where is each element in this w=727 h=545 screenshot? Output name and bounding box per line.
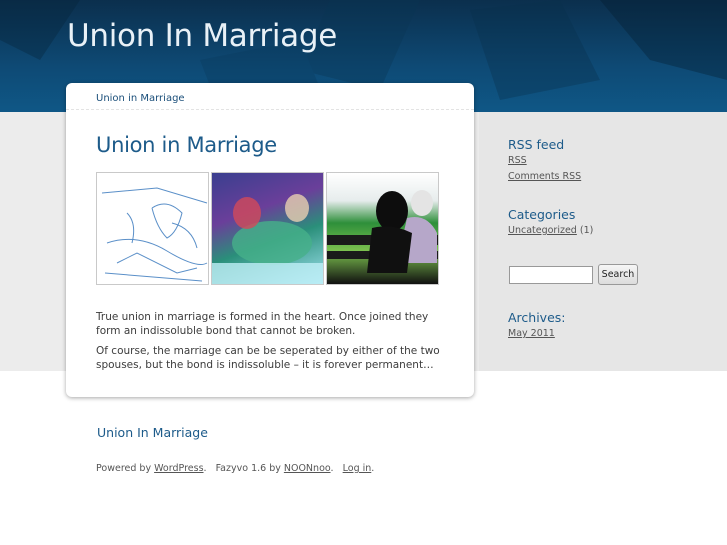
post-paragraph-2: Of course, the marriage can be be sepera… [96, 345, 440, 371]
footer-site-title[interactable]: Union In Marriage [97, 425, 208, 440]
category-link[interactable]: Uncategorized [508, 225, 577, 236]
search-button[interactable]: Search [598, 264, 638, 285]
breadcrumb: Union in Marriage [66, 83, 474, 110]
powered-by-text: Powered by [96, 463, 155, 474]
login-link[interactable]: Log in [343, 463, 372, 474]
category-count: (1) [576, 225, 594, 236]
post-title[interactable]: Union in Marriage [96, 133, 277, 157]
post-image [96, 172, 440, 285]
breadcrumb-link[interactable]: Union in Marriage [96, 93, 185, 104]
post-card: Union in Marriage Union in Marriage True… [66, 83, 474, 397]
elderly-couple-photo [326, 172, 439, 285]
search-input[interactable] [509, 266, 593, 284]
separator-text: . [330, 463, 343, 474]
archives-heading: Archives: [508, 310, 566, 325]
end-text: . [371, 463, 375, 474]
footer-credits: Powered by WordPress. Fazyvo 1.6 by NOON… [96, 463, 374, 474]
theme-text: . Fazyvo 1.6 by [203, 463, 284, 474]
comments-rss-link[interactable]: Comments RSS [508, 171, 581, 182]
archive-link-may-2011[interactable]: May 2011 [508, 328, 555, 339]
rss-heading: RSS feed [508, 137, 565, 152]
category-item: Uncategorized (1) [508, 225, 593, 236]
categories-heading: Categories [508, 207, 576, 222]
sketch-couple-image [96, 172, 209, 285]
post-paragraph-1: True union in marriage is formed in the … [96, 311, 429, 337]
author-link[interactable]: NOONnoo [284, 463, 331, 474]
site-title[interactable]: Union In Marriage [67, 18, 337, 54]
rss-link[interactable]: RSS [508, 155, 527, 166]
colorful-couple-image [211, 172, 324, 285]
wordpress-link[interactable]: WordPress [154, 463, 203, 474]
